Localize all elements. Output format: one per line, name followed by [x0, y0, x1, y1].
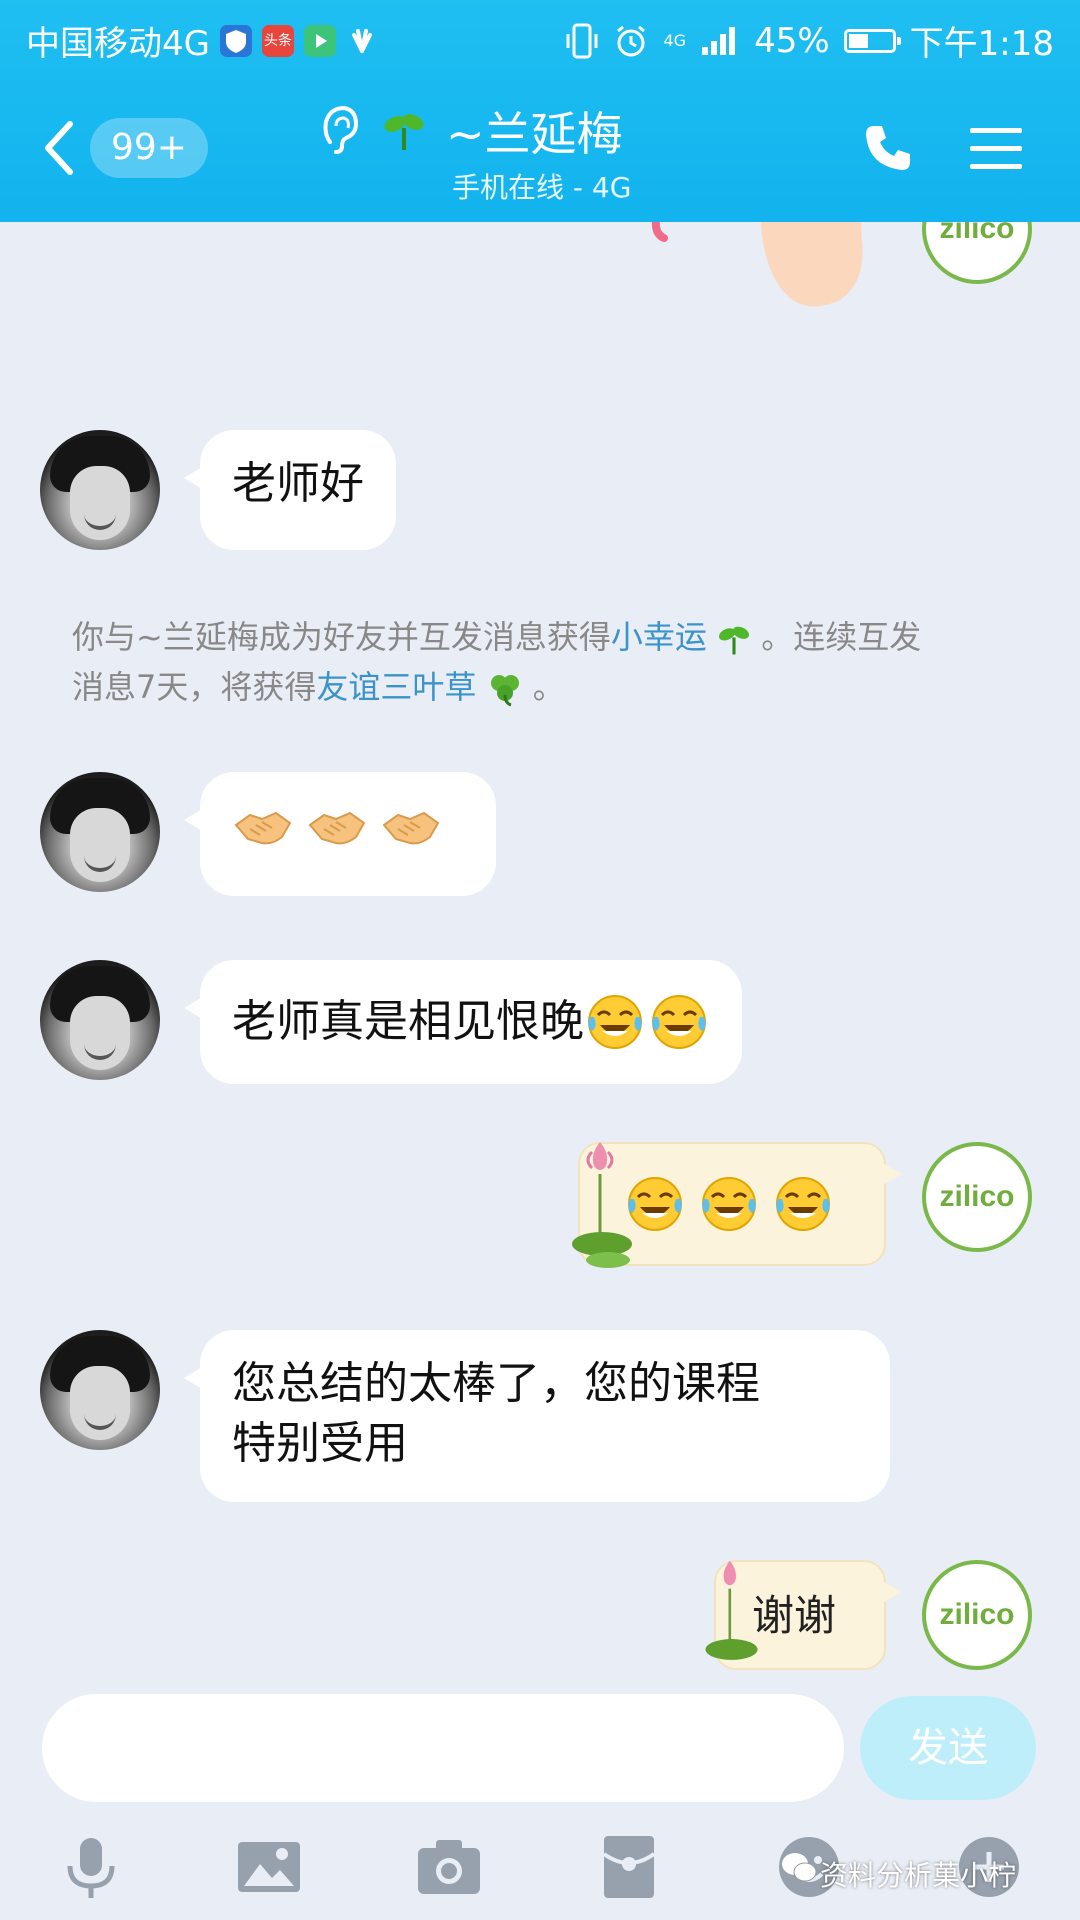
sprout-icon: [384, 114, 424, 150]
menu-icon[interactable]: [968, 124, 1024, 174]
video-app-icon: [303, 24, 336, 57]
battery-icon: [843, 28, 901, 53]
clock: 下午1:18: [909, 24, 1054, 64]
emoji-row: [584, 992, 710, 1052]
toutiao-app-icon: 头条: [261, 24, 294, 57]
message-input[interactable]: [42, 1694, 844, 1802]
phone-call-icon[interactable]: [860, 120, 916, 176]
system-text: 你与~兰延梅成为好友并互发消息获得: [72, 618, 611, 656]
huawei-icon: [346, 25, 378, 57]
ear-icon: [323, 105, 359, 154]
network-label: 4G: [663, 30, 687, 50]
message-bubble[interactable]: 老师真是相见恨晚: [184, 960, 742, 1084]
camera-icon[interactable]: [414, 1832, 484, 1902]
status-bar: 中国移动4G 头条 4G 45% 下午1:18: [0, 0, 1080, 78]
chat-area[interactable]: zilico 老师好 你与~兰延梅成为好友并互发消息获得小幸运 。连续互发 消息…: [0, 222, 1080, 1672]
message-bubble[interactable]: 您总结的太棒了，您的课程 特别受用: [184, 1330, 890, 1502]
handshake-icon: [234, 811, 292, 845]
carrier-label: 中国移动4G: [26, 24, 210, 64]
emoji-row: [624, 1174, 884, 1234]
battery-percent: 45%: [754, 20, 830, 61]
back-button[interactable]: [40, 118, 80, 178]
tears-of-joy-icon: [702, 1177, 756, 1231]
wechat-logo-icon: [782, 1853, 817, 1882]
contact-online-status: 手机在线 - 4G: [452, 171, 632, 204]
unread-count-badge[interactable]: 99+: [90, 118, 208, 178]
alarm-icon: [617, 25, 646, 56]
my-avatar[interactable]: zilico: [922, 222, 1032, 284]
tears-of-joy-icon: [588, 995, 642, 1049]
my-avatar[interactable]: zilico: [922, 1142, 1032, 1252]
message-text: 老师真是相见恨晚: [232, 996, 584, 1047]
emoji-row: [232, 796, 464, 856]
contact-name: ~兰延梅: [446, 107, 623, 161]
tears-of-joy-icon: [652, 995, 706, 1049]
red-packet-icon[interactable]: [594, 1832, 664, 1902]
message-bubble[interactable]: 老师好: [184, 430, 396, 550]
message-bubble[interactable]: [184, 772, 496, 896]
system-text: 。: [532, 668, 565, 706]
tears-of-joy-icon: [776, 1177, 830, 1231]
top-bar: 中国移动4G 头条 4G 45% 下午1:18 99+ ~兰延梅 手机在线 - …: [0, 0, 1080, 222]
clover-icon: [490, 675, 519, 707]
my-avatar[interactable]: zilico: [922, 1560, 1032, 1670]
image-icon[interactable]: [234, 1832, 304, 1902]
contact-avatar[interactable]: [40, 960, 160, 1080]
contact-avatar[interactable]: [40, 772, 160, 892]
lotus-decoration-icon: [705, 1560, 758, 1660]
vibrate-icon: [566, 23, 598, 58]
chevron-left-icon: [45, 121, 73, 175]
handshake-icon: [308, 811, 366, 845]
lucky-link[interactable]: 小幸运: [611, 618, 707, 656]
input-bar: 发送 资料分析菓小柠: [0, 1672, 1080, 1920]
contact-avatar[interactable]: [40, 430, 160, 550]
message-text: 您总结的太棒了，您的课程: [232, 1358, 760, 1409]
send-button[interactable]: 发送: [860, 1696, 1036, 1800]
system-text: 。连续互发: [761, 618, 922, 656]
system-text: 消息7天，将获得: [72, 668, 317, 706]
microphone-icon[interactable]: [56, 1832, 126, 1902]
message-text: 特别受用: [232, 1418, 408, 1469]
chat-title[interactable]: ~兰延梅 手机在线 - 4G: [320, 96, 760, 206]
contact-avatar[interactable]: [40, 1330, 160, 1450]
handshake-icon: [382, 811, 440, 845]
sticker-fragment: [651, 222, 863, 307]
signal-icon: [702, 26, 736, 55]
sprout-icon: [719, 626, 750, 655]
lotus-decoration-icon: [572, 1142, 632, 1268]
shield-icon: [219, 24, 252, 57]
watermark: 资料分析菓小柠: [820, 1859, 1017, 1892]
system-message: 你与~兰延梅成为好友并互发消息获得小幸运 。连续互发 消息7天，将获得友谊三叶草…: [72, 612, 1022, 712]
clover-link[interactable]: 友谊三叶草: [316, 668, 476, 706]
message-text: 老师好: [232, 458, 364, 509]
